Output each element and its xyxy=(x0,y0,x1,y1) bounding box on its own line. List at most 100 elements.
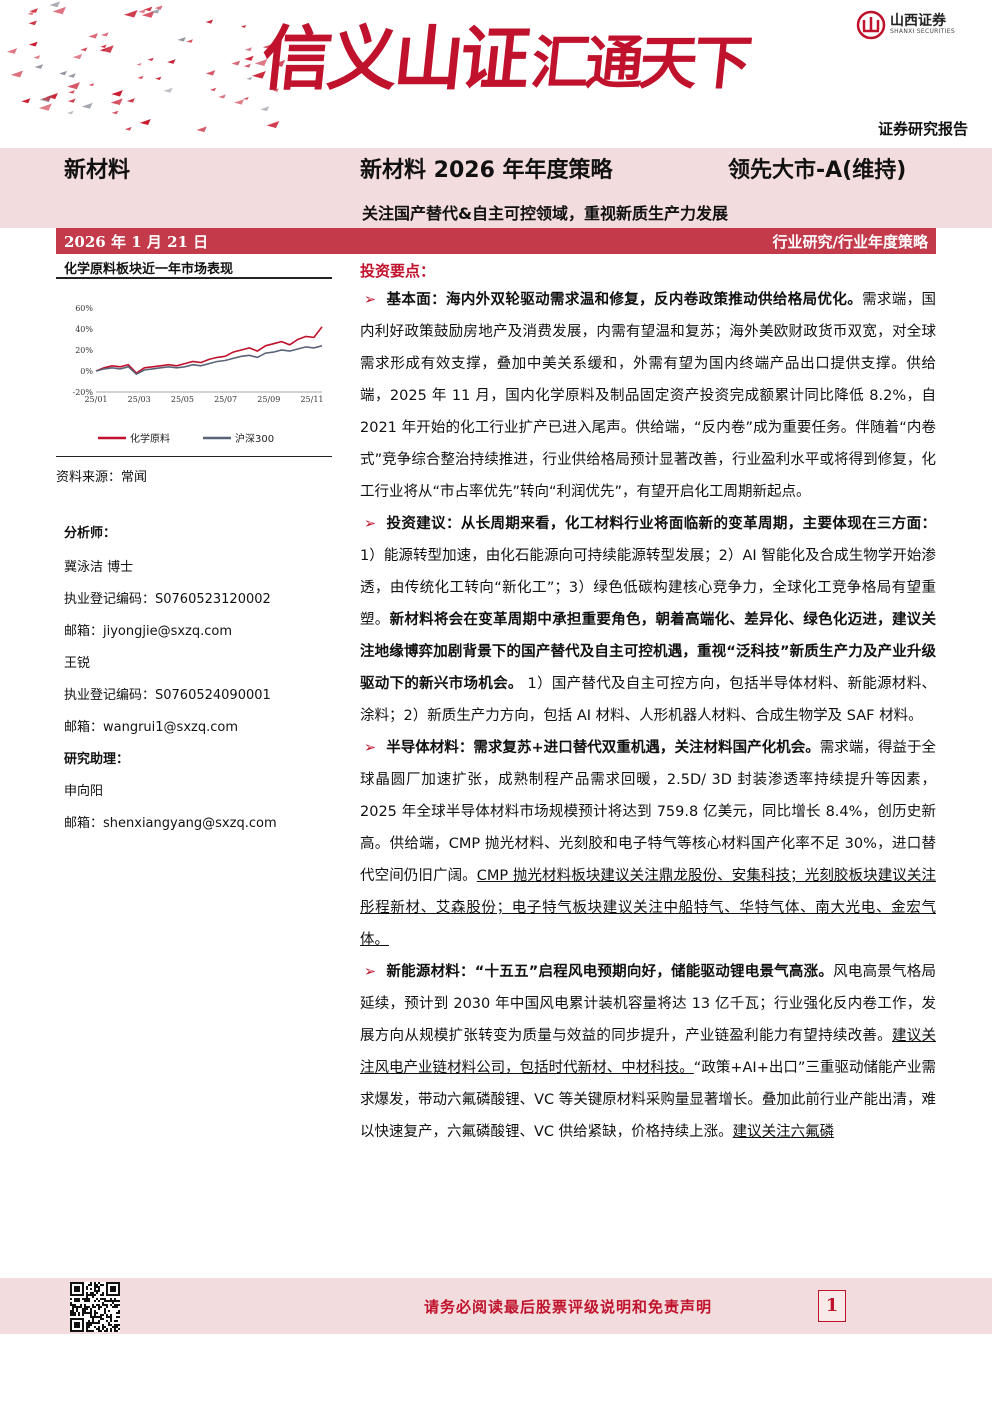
arrow-decoration-icon xyxy=(52,6,67,15)
paragraph-lead: 半导体材料：需求复苏+进口替代双重机遇，关注材料国产化机会。 xyxy=(386,740,820,756)
x-tick-label: 25/09 xyxy=(257,395,280,404)
arrow-decoration-icon xyxy=(163,87,173,93)
assistant-email: 邮箱：shenxiangyang@sxzq.com xyxy=(64,816,277,831)
company-logo-icon xyxy=(856,10,886,40)
arrow-decoration-icon xyxy=(34,64,44,69)
arrow-decoration-icon xyxy=(244,47,253,52)
analyst-cert: 执业登记编码：S0760523120002 xyxy=(64,592,271,607)
analyst-email: 邮箱：wangrui1@sxzq.com xyxy=(64,720,238,735)
arrow-decoration-icon xyxy=(67,98,76,103)
key-points-heading: 投资要点： xyxy=(360,262,436,280)
report-date: 2026 年 1 月 21 日 xyxy=(64,233,209,251)
arrow-decoration-icon xyxy=(205,19,214,24)
arrow-decoration-icon xyxy=(100,44,107,49)
paragraph-investment-advice: ➢ 投资建议：从长周期来看，化工材料行业将面临新的变革周期，主要体现在三方面：1）… xyxy=(360,508,936,732)
arrow-decoration-icon xyxy=(231,60,241,66)
slogan-part-a: 信义山证 xyxy=(257,17,531,100)
assistant-heading: 研究助理： xyxy=(64,752,130,767)
arrow-decoration-icon xyxy=(10,70,24,78)
company-logo-english: SHANXI SECURITIES xyxy=(890,28,955,35)
arrow-decoration-icon xyxy=(67,110,74,115)
page-number: 1 xyxy=(818,1290,846,1322)
arrow-decoration-icon xyxy=(241,24,247,28)
analyst-name: 冀泳洁 博士 xyxy=(64,560,134,575)
market-performance-chart: 60%40%20%0%-20% 25/01 25/03 25/05 25/07 25/0… xyxy=(73,304,324,445)
y-tick-label: 40% xyxy=(75,325,93,334)
analyst-cert: 执业登记编码：S0760524090001 xyxy=(64,688,271,703)
arrow-decoration-icon xyxy=(38,103,52,111)
report-category: 行业研究/行业年度策略 xyxy=(772,233,928,251)
arrow-bullet-icon: ➢ xyxy=(364,292,377,308)
arrow-decoration-icon xyxy=(21,98,31,104)
arrow-decoration-icon xyxy=(137,75,144,80)
divider xyxy=(56,456,332,457)
arrow-decoration-icon xyxy=(124,126,132,131)
paragraph-text: 需求端，得益于全球晶圆厂加速扩张，成熟制程产品需求回暖，2.5D/ 3D 封装渗… xyxy=(360,740,936,884)
y-tick-label: 20% xyxy=(75,346,93,355)
arrow-decoration-icon xyxy=(266,121,280,129)
arrow-decoration-icon xyxy=(154,5,163,10)
recommendation-text: 建议关注六氟磷 xyxy=(732,1124,835,1140)
arrow-decoration-icon xyxy=(260,106,270,112)
arrow-bullet-icon: ➢ xyxy=(364,740,377,756)
arrow-decoration-icon xyxy=(218,94,226,99)
arrow-swarm-decoration xyxy=(6,1,286,133)
report-body: 投资要点： ➢ 基本面：海内外双轮驱动需求温和修复，反内卷政策推动供给格局优化。需… xyxy=(360,258,936,1148)
arrow-decoration-icon xyxy=(88,83,95,87)
x-tick-label: 25/03 xyxy=(128,395,151,404)
x-tick-label: 25/05 xyxy=(171,395,194,404)
arrow-decoration-icon xyxy=(126,98,135,103)
paragraph-fundamentals: ➢ 基本面：海内外双轮驱动需求温和修复，反内卷政策推动供给格局优化。需求端，国内利… xyxy=(360,284,936,508)
paragraph-lead: 投资建议：从长周期来看，化工材料行业将面临新的变革周期，主要体现在三方面： xyxy=(386,516,936,532)
report-subtitle: 关注国产替代&自主可控领域，重视新质生产力发展 xyxy=(362,204,728,223)
arrow-decoration-icon xyxy=(111,110,119,115)
qr-code-icon[interactable] xyxy=(70,1282,120,1332)
x-tick-label: 25/01 xyxy=(84,395,107,404)
arrow-decoration-icon xyxy=(49,1,61,8)
company-logo-name: 山西证券 xyxy=(890,13,946,29)
arrow-decoration-icon xyxy=(59,70,67,76)
arrow-decoration-icon xyxy=(80,47,88,52)
arrow-decoration-icon xyxy=(177,36,186,42)
paragraph-lead: 新能源材料：“十五五”启程风电预期向好，储能驱动锂电景气高涨。 xyxy=(386,964,834,980)
arrow-decoration-icon xyxy=(33,55,41,60)
report-title: 新材料 2026 年年度策略 xyxy=(360,158,613,183)
arrow-decoration-icon xyxy=(209,87,217,92)
arrow-decoration-icon xyxy=(167,59,176,64)
arrow-decoration-icon xyxy=(123,9,138,18)
paragraph-lead: 基本面：海内外双轮驱动需求温和修复，反内卷政策推动供给格局优化。 xyxy=(386,292,863,308)
arrow-decoration-icon xyxy=(111,90,123,97)
disclaimer-notice: 请务必阅读最后股票评级说明和免责声明 xyxy=(424,1298,713,1316)
arrow-decoration-icon xyxy=(147,57,154,62)
arrow-decoration-icon xyxy=(27,11,35,16)
arrow-decoration-icon xyxy=(196,126,207,133)
arrow-decoration-icon xyxy=(67,73,76,78)
arrow-decoration-icon xyxy=(6,48,18,54)
legend-label: 化学原料 xyxy=(130,432,170,445)
brand-slogan: 信义山证汇通天下 xyxy=(258,17,751,100)
arrow-decoration-icon xyxy=(110,98,123,105)
chart-source: 资料来源：常闻 xyxy=(56,470,148,485)
x-tick-label: 25/11 xyxy=(300,395,323,404)
arrow-decoration-icon xyxy=(81,102,93,109)
arrow-decoration-icon xyxy=(67,82,81,90)
arrow-decoration-icon xyxy=(88,33,99,39)
industry-name: 新材料 xyxy=(64,158,131,183)
report-type: 证券研究报告 xyxy=(877,120,968,138)
series-line-1 xyxy=(95,326,323,375)
legend-label: 沪深300 xyxy=(235,432,274,445)
arrow-decoration-icon xyxy=(243,96,249,100)
arrow-decoration-icon xyxy=(246,76,253,81)
paragraph-text: 需求端，国内利好政策鼓励房地产及消费发展，内需有望温和复苏；海外美欧财政货币双宽… xyxy=(360,292,937,500)
paragraph-semiconductor: ➢ 半导体材料：需求复苏+进口替代双重机遇，关注材料国产化机会。需求端，得益于全球… xyxy=(360,732,936,956)
arrow-decoration-icon xyxy=(28,41,38,47)
arrow-decoration-icon xyxy=(68,90,75,94)
arrow-decoration-icon xyxy=(186,39,193,43)
y-tick-label: 0% xyxy=(80,367,93,376)
arrow-decoration-icon xyxy=(139,118,151,126)
arrow-decoration-icon xyxy=(101,32,109,37)
analyst-name: 王锐 xyxy=(64,656,91,671)
analyst-heading: 分析师： xyxy=(64,526,117,541)
arrow-decoration-icon xyxy=(136,62,142,66)
chart-title: 化学原料板块近一年市场表现 xyxy=(64,262,234,277)
